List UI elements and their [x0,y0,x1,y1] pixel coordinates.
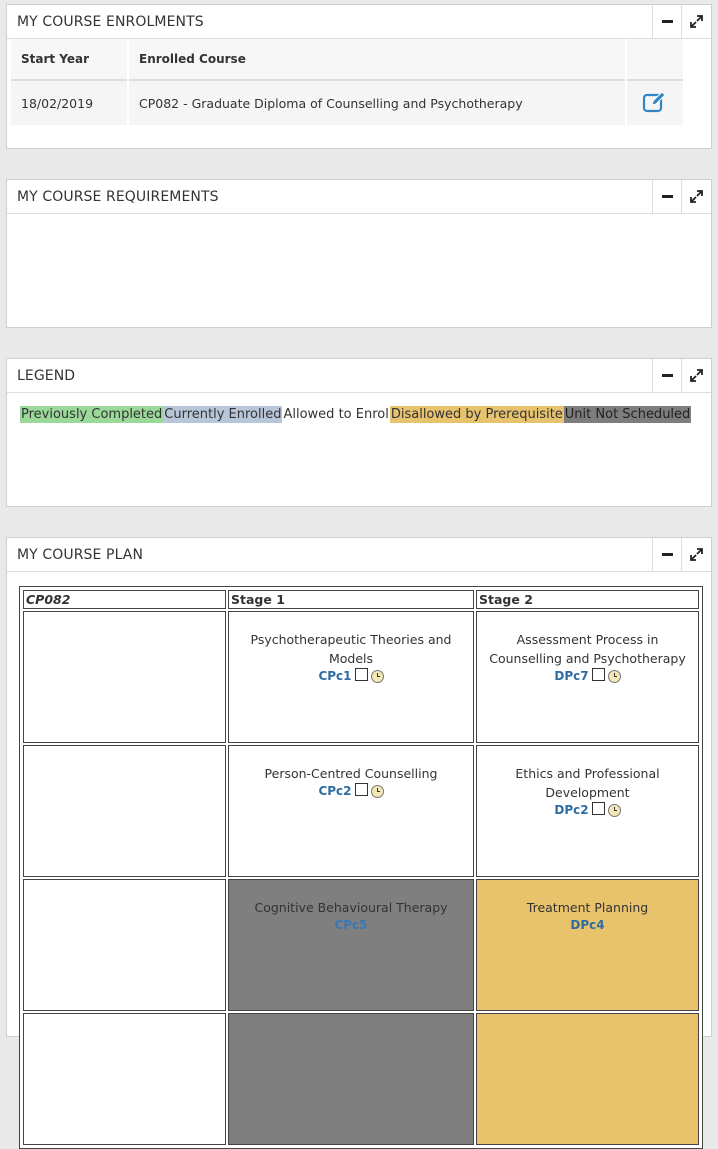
minus-icon [662,20,673,23]
unit-cell-not-scheduled [228,1013,474,1145]
unit-cell: Assessment Process in Counselling and Ps… [476,611,699,743]
enrolments-panel: MY COURSE ENROLMENTS Start Year Enrolled… [6,4,712,149]
unit-code-link[interactable]: CPc5 [334,918,367,932]
plan-empty-cell [23,611,226,743]
plan-empty-cell [23,879,226,1011]
unit-checkbox[interactable] [354,668,368,681]
minus-icon [662,553,673,556]
unit-code-link[interactable]: DPc7 [554,669,588,683]
column-header-enrolled-course: Enrolled Course [129,39,625,81]
plan-stage-2-header: Stage 2 [476,590,699,609]
enrolments-table: Start Year Enrolled Course 18/02/2019 CP… [9,39,685,125]
clock-icon[interactable] [370,785,384,798]
legend-row: Previously Completed Currently Enrolled Al… [20,406,692,423]
panel-title: MY COURSE REQUIREMENTS [17,189,219,205]
unit-code-link[interactable]: DPc2 [554,803,588,817]
unit-checkbox[interactable] [591,802,605,815]
expand-button[interactable] [681,538,711,571]
plan-stage-1-header: Stage 1 [228,590,474,609]
unit-name: Treatment Planning [526,900,649,915]
clock-icon[interactable] [607,804,621,817]
collapse-button[interactable] [652,359,682,392]
expand-icon [690,190,703,203]
unit-name: Ethics and Professional Development [515,766,660,800]
edit-icon[interactable] [642,90,668,113]
unit-cell-disallowed [476,1013,699,1145]
unit-code-link[interactable]: DPc4 [570,918,604,932]
course-plan-grid: CP082 Stage 1 Stage 2 Psychotherapeutic … [19,586,703,1149]
legend-allowed-to-enrol: Allowed to Enrol [283,407,389,422]
legend-panel: LEGEND Previously Completed Currently Enr… [6,358,712,507]
plan-empty-cell [23,1013,226,1145]
unit-name: Cognitive Behavioural Therapy [254,900,448,915]
plan-row: Person-Centred Counselling CPc2 Ethics a… [23,745,699,877]
unit-cell-not-scheduled: Cognitive Behavioural Therapy CPc5 [228,879,474,1011]
collapse-button[interactable] [652,538,682,571]
plan-panel-header: MY COURSE PLAN [7,538,711,572]
plan-row: Psychotherapeutic Theories and Models CP… [23,611,699,743]
collapse-button[interactable] [652,180,682,213]
expand-button[interactable] [681,180,711,213]
expand-button[interactable] [681,359,711,392]
table-row: 18/02/2019 CP082 - Graduate Diploma of C… [11,81,683,125]
unit-name: Psychotherapeutic Theories and Models [250,632,452,666]
expand-icon [690,548,703,561]
legend-previously-completed: Previously Completed [20,406,164,423]
clock-icon[interactable] [607,670,621,683]
enrolled-course-cell: CP082 - Graduate Diploma of Counselling … [129,81,625,125]
requirements-panel-header: MY COURSE REQUIREMENTS [7,180,711,214]
unit-code-link[interactable]: CPc2 [318,784,351,798]
panel-title: LEGEND [17,368,76,384]
unit-cell: Person-Centred Counselling CPc2 [228,745,474,877]
expand-icon [690,15,703,28]
unit-checkbox[interactable] [354,783,368,796]
panel-title: MY COURSE ENROLMENTS [17,14,204,30]
legend-unit-not-scheduled: Unit Not Scheduled [563,406,692,423]
unit-name: Person-Centred Counselling [264,766,438,781]
expand-icon [690,369,703,382]
plan-course-code-header: CP082 [23,590,226,609]
unit-cell: Psychotherapeutic Theories and Models CP… [228,611,474,743]
expand-button[interactable] [681,5,711,38]
unit-cell-disallowed: Treatment Planning DPc4 [476,879,699,1011]
plan-row: Cognitive Behavioural Therapy CPc5 Treat… [23,879,699,1011]
column-header-start-year: Start Year [11,39,127,81]
column-header-actions [627,39,683,81]
unit-cell: Ethics and Professional Development DPc2 [476,745,699,877]
plan-table: CP082 Stage 1 Stage 2 Psychotherapeutic … [21,588,701,1147]
requirements-panel: MY COURSE REQUIREMENTS [6,179,712,328]
collapse-button[interactable] [652,5,682,38]
enrolments-panel-header: MY COURSE ENROLMENTS [7,5,711,39]
plan-empty-cell [23,745,226,877]
plan-panel: MY COURSE PLAN CP082 Stage 1 Stage 2 Psy… [6,537,712,1149]
clock-icon[interactable] [370,670,384,683]
start-year-cell: 18/02/2019 [11,81,127,125]
edit-cell [627,81,683,125]
minus-icon [662,374,673,377]
unit-checkbox[interactable] [591,668,605,681]
unit-code-link[interactable]: CPc1 [318,669,351,683]
panel-title: MY COURSE PLAN [17,547,144,563]
plan-row [23,1013,699,1145]
legend-disallowed-by-prerequisite: Disallowed by Prerequisite [389,406,564,423]
legend-currently-enrolled: Currently Enrolled [163,406,283,423]
legend-panel-header: LEGEND [7,359,711,393]
plan-header-row: CP082 Stage 1 Stage 2 [23,590,699,609]
unit-name: Assessment Process in Counselling and Ps… [489,632,686,666]
minus-icon [662,195,673,198]
table-header-row: Start Year Enrolled Course [11,39,683,81]
